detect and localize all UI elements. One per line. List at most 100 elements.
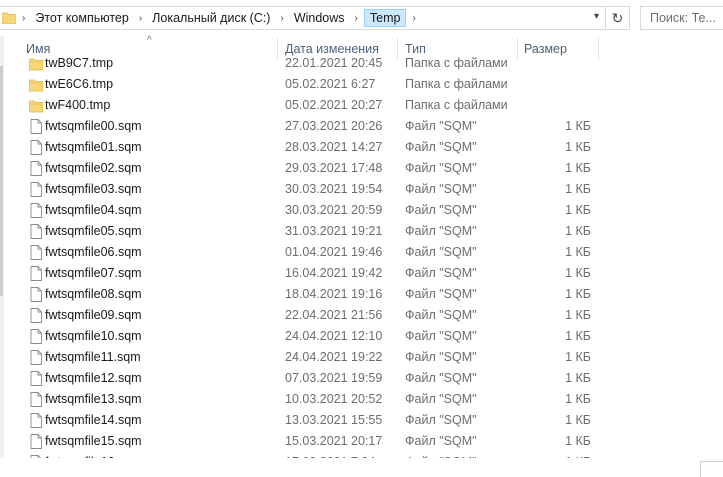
file-name: fwtsqmfile03.sqm <box>45 182 142 196</box>
file-row[interactable]: fwtsqmfile11.sqm 24.04.2021 19:22 Файл "SQ… <box>0 347 723 368</box>
file-date: 07.03.2021 19:59 <box>285 371 383 385</box>
file-row[interactable]: fwtsqmfile12.sqm 07.03.2021 19:59 Файл "SQ… <box>0 368 723 389</box>
view-toggle-icon[interactable] <box>700 461 723 477</box>
folder-icon <box>28 56 44 71</box>
file-row[interactable]: fwtsqmfile15.sqm 15.03.2021 20:17 Файл "SQ… <box>0 431 723 452</box>
file-date: 13.03.2021 15:55 <box>285 413 383 427</box>
file-date: 05.02.2021 6:27 <box>285 77 376 91</box>
file-icon <box>29 140 43 155</box>
file-name: fwtsqmfile05.sqm <box>45 224 142 238</box>
file-row[interactable]: twB9C7.tmp 22.01.2021 20:45 Папка с файлам… <box>0 56 723 74</box>
file-size: 1 КБ <box>565 266 591 280</box>
file-name: fwtsqmfile07.sqm <box>45 266 142 280</box>
chevron-right-icon[interactable]: › <box>406 13 421 24</box>
file-row[interactable]: twF400.tmp 05.02.2021 20:27 Папка с файлам… <box>0 95 723 116</box>
file-row[interactable]: fwtsqmfile04.sqm 30.03.2021 20:59 Файл "SQ… <box>0 200 723 221</box>
chevron-right-icon[interactable]: › <box>274 13 289 24</box>
file-size: 1 КБ <box>565 434 591 448</box>
file-row[interactable]: fwtsqmfile08.sqm 18.04.2021 19:16 Файл "SQ… <box>0 284 723 305</box>
file-date: 16.04.2021 19:42 <box>285 266 383 280</box>
column-type-header[interactable]: Тип <box>405 42 426 56</box>
file-icon <box>29 224 43 239</box>
file-date: 22.04.2021 21:56 <box>285 308 383 322</box>
file-name: fwtsqmfile10.sqm <box>45 329 142 343</box>
file-date: 24.04.2021 19:22 <box>285 350 383 364</box>
file-icon <box>29 203 43 218</box>
file-type: Файл "SQM" <box>405 371 477 385</box>
file-date: 10.03.2021 20:52 <box>285 392 383 406</box>
column-date-header[interactable]: Дата изменения <box>285 42 379 56</box>
file-type: Папка с файлами <box>405 98 508 112</box>
file-size: 1 КБ <box>565 329 591 343</box>
file-date: 27.03.2021 20:26 <box>285 119 383 133</box>
file-icon <box>29 350 43 365</box>
folder-icon <box>28 77 44 92</box>
file-type: Файл "SQM" <box>405 140 477 154</box>
address-toolbar: › Этот компьютер › Локальный диск (C:) ›… <box>0 0 723 36</box>
file-row[interactable]: fwtsqmfile13.sqm 10.03.2021 20:52 Файл "SQ… <box>0 389 723 410</box>
file-type: Папка с файлами <box>405 77 508 91</box>
folder-icon <box>28 98 44 113</box>
file-row[interactable]: fwtsqmfile06.sqm 01.04.2021 19:46 Файл "SQ… <box>0 242 723 263</box>
file-date: 05.02.2021 20:27 <box>285 98 383 112</box>
file-row[interactable]: fwtsqmfile00.sqm 27.03.2021 20:26 Файл "SQ… <box>0 116 723 137</box>
breadcrumb-windows[interactable]: Windows <box>290 9 349 27</box>
file-name: twE6C6.tmp <box>45 77 114 91</box>
file-row[interactable]: fwtsqmfile09.sqm 22.04.2021 21:56 Файл "SQ… <box>0 305 723 326</box>
file-size: 1 КБ <box>565 287 591 301</box>
file-date: 30.03.2021 20:59 <box>285 203 383 217</box>
file-icon <box>29 182 43 197</box>
file-name: fwtsqmfile00.sqm <box>45 119 142 133</box>
file-size: 1 КБ <box>565 350 591 364</box>
file-name: fwtsqmfile06.sqm <box>45 245 142 259</box>
breadcrumb-this-pc[interactable]: Этот компьютер <box>31 9 132 27</box>
file-type: Папка с файлами <box>405 56 508 70</box>
file-icon <box>29 119 43 134</box>
file-type: Файл "SQM" <box>405 182 477 196</box>
file-date: 24.04.2021 12:10 <box>285 329 383 343</box>
file-row[interactable]: fwtsqmfile14.sqm 13.03.2021 15:55 Файл "SQ… <box>0 410 723 431</box>
chevron-right-icon[interactable]: › <box>349 13 364 24</box>
file-icon <box>29 287 43 302</box>
file-date: 31.03.2021 19:21 <box>285 224 383 238</box>
file-row[interactable]: twE6C6.tmp 05.02.2021 6:27 Папка с файлами <box>0 74 723 95</box>
file-icon <box>29 413 43 428</box>
file-date: 15.03.2021 20:17 <box>285 434 383 448</box>
file-size: 1 КБ <box>565 245 591 259</box>
file-name: fwtsqmfile08.sqm <box>45 287 142 301</box>
search-input[interactable]: Поиск: Те... <box>640 6 723 30</box>
file-list: twB9C7.tmp 22.01.2021 20:45 Папка с файлам… <box>0 56 723 458</box>
address-bar[interactable]: › Этот компьютер › Локальный диск (C:) ›… <box>0 6 606 30</box>
status-area <box>0 458 723 477</box>
refresh-button[interactable]: ↻ <box>606 6 630 30</box>
file-date: 29.03.2021 17:48 <box>285 161 383 175</box>
file-name: fwtsqmfile04.sqm <box>45 203 142 217</box>
file-size: 1 КБ <box>565 413 591 427</box>
file-date: 30.03.2021 19:54 <box>285 182 383 196</box>
file-row[interactable]: fwtsqmfile03.sqm 30.03.2021 19:54 Файл "SQ… <box>0 179 723 200</box>
sort-ascending-icon: ^ <box>147 35 152 46</box>
column-name-header[interactable]: Имя <box>26 42 50 56</box>
file-name: fwtsqmfile14.sqm <box>45 413 142 427</box>
file-type: Файл "SQM" <box>405 350 477 364</box>
column-size-header[interactable]: Размер <box>524 42 567 56</box>
file-row[interactable]: fwtsqmfile07.sqm 16.04.2021 19:42 Файл "SQ… <box>0 263 723 284</box>
file-row[interactable]: fwtsqmfile05.sqm 31.03.2021 19:21 Файл "SQ… <box>0 221 723 242</box>
file-type: Файл "SQM" <box>405 119 477 133</box>
file-name: fwtsqmfile01.sqm <box>45 140 142 154</box>
breadcrumb-local-disk[interactable]: Локальный диск (C:) <box>148 9 274 27</box>
folder-icon <box>2 12 16 24</box>
file-size: 1 КБ <box>565 392 591 406</box>
chevron-right-icon[interactable]: › <box>16 13 31 24</box>
chevron-down-icon[interactable]: ▾ <box>594 11 599 22</box>
file-size: 1 КБ <box>565 119 591 133</box>
file-row[interactable]: fwtsqmfile10.sqm 24.04.2021 12:10 Файл "SQ… <box>0 326 723 347</box>
file-row[interactable]: fwtsqmfile01.sqm 28.03.2021 14:27 Файл "SQ… <box>0 137 723 158</box>
file-row[interactable]: fwtsqmfile02.sqm 29.03.2021 17:48 Файл "SQ… <box>0 158 723 179</box>
breadcrumb-temp[interactable]: Temp <box>363 9 407 27</box>
chevron-right-icon[interactable]: › <box>133 13 148 24</box>
file-name: twB9C7.tmp <box>45 56 114 70</box>
file-type: Файл "SQM" <box>405 434 477 448</box>
file-icon <box>29 266 43 281</box>
file-name: twF400.tmp <box>45 98 111 112</box>
